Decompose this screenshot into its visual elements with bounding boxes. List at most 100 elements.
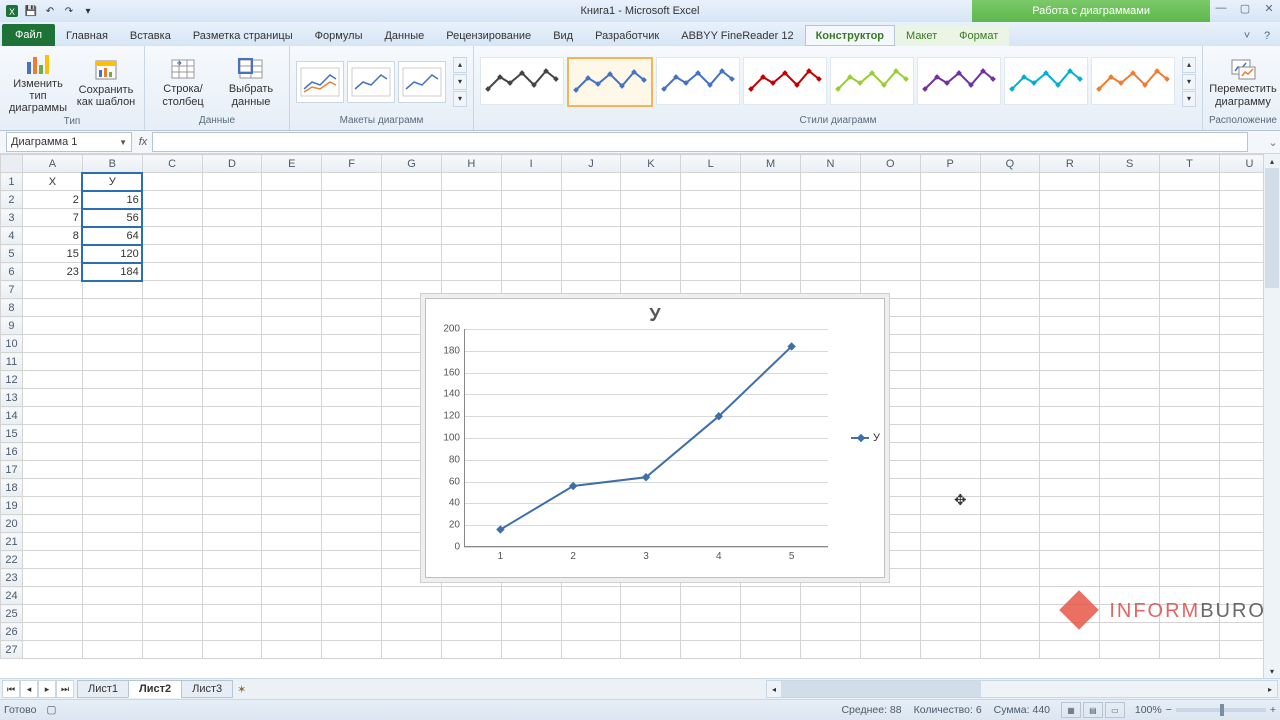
cell-S13[interactable] [1100,389,1160,407]
cell-A6[interactable]: 23 [22,263,82,281]
cell-C6[interactable] [142,263,202,281]
cell-Q23[interactable] [980,569,1040,587]
cell-F8[interactable] [322,299,382,317]
gallery-more-icon[interactable]: ▾ [453,91,467,107]
cell-M25[interactable] [741,605,801,623]
cell-A1[interactable]: Х [22,173,82,191]
cell-A27[interactable] [22,641,82,659]
cell-D20[interactable] [202,515,262,533]
cell-A14[interactable] [22,407,82,425]
cell-F14[interactable] [322,407,382,425]
cell-H25[interactable] [441,605,501,623]
scroll-up-icon[interactable]: ▴ [1264,154,1280,168]
cell-P25[interactable] [920,605,980,623]
cell-D2[interactable] [202,191,262,209]
cell-Q12[interactable] [980,371,1040,389]
formula-input[interactable] [152,132,1248,152]
cell-P15[interactable] [920,425,980,443]
row-header-27[interactable]: 27 [1,641,23,659]
cell-Q11[interactable] [980,353,1040,371]
cell-L3[interactable] [681,209,741,227]
cell-B7[interactable] [82,281,142,299]
row-header-2[interactable]: 2 [1,191,23,209]
cell-C18[interactable] [142,479,202,497]
chart-style-1[interactable] [480,57,564,105]
cell-S10[interactable] [1100,335,1160,353]
cell-P17[interactable] [920,461,980,479]
cell-B2[interactable]: 16 [82,191,142,209]
cell-P19[interactable] [920,497,980,515]
cell-K24[interactable] [621,587,681,605]
cell-B20[interactable] [82,515,142,533]
cell-K25[interactable] [621,605,681,623]
cell-E3[interactable] [262,209,322,227]
cell-F24[interactable] [322,587,382,605]
cell-L5[interactable] [681,245,741,263]
cell-I24[interactable] [501,587,561,605]
col-header-P[interactable]: P [920,155,980,173]
cell-E21[interactable] [262,533,322,551]
cell-S14[interactable] [1100,407,1160,425]
cell-A25[interactable] [22,605,82,623]
row-header-15[interactable]: 15 [1,425,23,443]
cell-D22[interactable] [202,551,262,569]
cell-C24[interactable] [142,587,202,605]
cell-T18[interactable] [1160,479,1220,497]
cell-E7[interactable] [262,281,322,299]
cell-R5[interactable] [1040,245,1100,263]
cell-M6[interactable] [741,263,801,281]
cell-T22[interactable] [1160,551,1220,569]
cell-F5[interactable] [322,245,382,263]
cell-O3[interactable] [860,209,920,227]
cell-D15[interactable] [202,425,262,443]
cell-L4[interactable] [681,227,741,245]
cell-P24[interactable] [920,587,980,605]
cell-J24[interactable] [561,587,621,605]
cell-T27[interactable] [1160,641,1220,659]
cell-C25[interactable] [142,605,202,623]
col-header-J[interactable]: J [561,155,621,173]
cell-E18[interactable] [262,479,322,497]
cell-E19[interactable] [262,497,322,515]
cell-F11[interactable] [322,353,382,371]
cell-P13[interactable] [920,389,980,407]
cell-P9[interactable] [920,317,980,335]
cell-H27[interactable] [441,641,501,659]
col-header-I[interactable]: I [501,155,561,173]
cell-L26[interactable] [681,623,741,641]
cell-K1[interactable] [621,173,681,191]
row-header-20[interactable]: 20 [1,515,23,533]
cell-G24[interactable] [382,587,442,605]
cell-D6[interactable] [202,263,262,281]
cell-I6[interactable] [501,263,561,281]
cell-R18[interactable] [1040,479,1100,497]
cell-P10[interactable] [920,335,980,353]
cell-R8[interactable] [1040,299,1100,317]
cell-A12[interactable] [22,371,82,389]
col-header-N[interactable]: N [801,155,861,173]
cell-G1[interactable] [382,173,442,191]
cell-F23[interactable] [322,569,382,587]
cell-J3[interactable] [561,209,621,227]
cell-S17[interactable] [1100,461,1160,479]
cell-M26[interactable] [741,623,801,641]
cell-O27[interactable] [860,641,920,659]
cell-Q3[interactable] [980,209,1040,227]
cell-A2[interactable]: 2 [22,191,82,209]
cell-R11[interactable] [1040,353,1100,371]
cell-Q5[interactable] [980,245,1040,263]
cell-C16[interactable] [142,443,202,461]
cell-R10[interactable] [1040,335,1100,353]
cell-I7[interactable] [501,281,561,299]
cell-C11[interactable] [142,353,202,371]
cell-Q24[interactable] [980,587,1040,605]
row-header-21[interactable]: 21 [1,533,23,551]
row-header-23[interactable]: 23 [1,569,23,587]
save-as-template-button[interactable]: Сохранить как шаблон [74,54,138,110]
cell-B4[interactable]: 64 [82,227,142,245]
cell-B17[interactable] [82,461,142,479]
tab-Главная[interactable]: Главная [55,25,119,46]
cell-D21[interactable] [202,533,262,551]
cell-Q15[interactable] [980,425,1040,443]
row-header-1[interactable]: 1 [1,173,23,191]
